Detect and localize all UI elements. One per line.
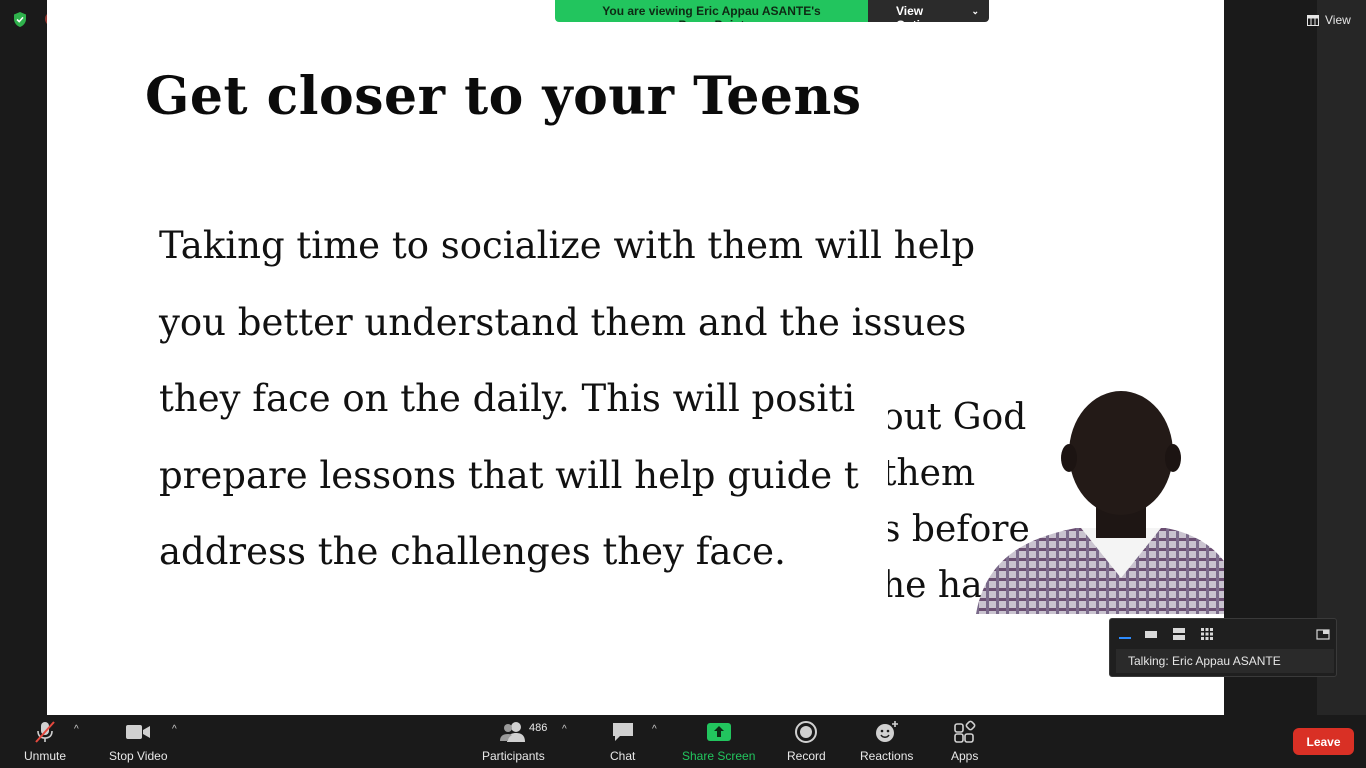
pop-out-icon[interactable] — [1316, 627, 1330, 641]
chevron-down-icon: ⌄ — [971, 6, 979, 16]
speaker-person-figure — [976, 391, 1224, 614]
participants-options-caret[interactable]: ^ — [562, 724, 567, 735]
video-options-caret[interactable]: ^ — [172, 724, 177, 735]
apps-button[interactable]: Apps — [951, 719, 978, 763]
reactions-button[interactable]: Reactions — [860, 719, 913, 763]
emoji-reaction-icon — [874, 719, 900, 745]
chat-label: Chat — [610, 749, 636, 763]
speaker-view-icon[interactable] — [1172, 627, 1186, 641]
view-label: View — [1325, 13, 1351, 27]
screen-share-banner: You are viewing Eric Appau ASANTE's Powe… — [555, 0, 989, 22]
gallery-view-icon[interactable] — [1200, 627, 1214, 641]
slide-body-line: you better understand them and the issue… — [159, 300, 967, 344]
share-screen-label: Share Screen — [682, 749, 756, 763]
view-options-label: View Options — [896, 4, 941, 22]
meeting-toolbar: Unmute ^ Stop Video ^ Participants 486 ^… — [0, 715, 1366, 768]
record-button[interactable]: Record — [787, 719, 826, 763]
chat-bubble-icon — [611, 719, 635, 745]
minimize-icon[interactable] — [1118, 627, 1132, 641]
reactions-label: Reactions — [860, 749, 914, 763]
apps-icon — [953, 719, 977, 745]
apps-label: Apps — [951, 749, 979, 763]
audio-options-caret[interactable]: ^ — [74, 724, 79, 735]
view-options-button[interactable]: View Options ⌄ — [868, 0, 989, 22]
view-button[interactable]: View — [1301, 10, 1357, 30]
microphone-muted-icon — [32, 719, 58, 745]
chat-button[interactable]: Chat — [610, 719, 635, 763]
unmute-label: Unmute — [24, 749, 67, 763]
record-label: Record — [787, 749, 826, 763]
talking-indicator: Talking: Eric Appau ASANTE — [1116, 649, 1334, 673]
chat-options-caret[interactable]: ^ — [652, 724, 657, 735]
participants-count: 486 — [529, 722, 548, 734]
share-screen-button[interactable]: Share Screen — [682, 719, 755, 763]
participants-label: Participants — [482, 749, 545, 763]
video-camera-icon — [125, 719, 151, 745]
leave-label: Leave — [1306, 734, 1341, 749]
zoom-meeting-window: Get closer to your Teens Taking time to … — [0, 0, 1366, 768]
active-speaker-video[interactable]: out God them s before he ha — [888, 378, 1224, 614]
slide-body-line: Taking time to socialize with them will … — [159, 224, 976, 267]
participants-icon — [499, 719, 527, 745]
record-icon — [794, 719, 818, 745]
right-side-strip — [1317, 0, 1366, 715]
share-screen-arrow-icon — [706, 719, 732, 745]
unmute-button[interactable]: Unmute — [24, 719, 66, 763]
speaker-panel: Talking: Eric Appau ASANTE — [1109, 618, 1337, 677]
share-status-label: You are viewing Eric Appau ASANTE's Powe… — [555, 0, 868, 22]
leave-button[interactable]: Leave — [1293, 728, 1354, 755]
slide-title: Get closer to your Teens — [145, 66, 862, 127]
security-shield-icon[interactable] — [11, 10, 29, 28]
grid-view-icon — [1307, 14, 1319, 26]
stop-video-label: Stop Video — [109, 749, 168, 763]
panel-layout-controls — [1110, 623, 1336, 645]
hide-video-icon[interactable] — [1144, 627, 1158, 641]
stop-video-button[interactable]: Stop Video — [109, 719, 168, 763]
